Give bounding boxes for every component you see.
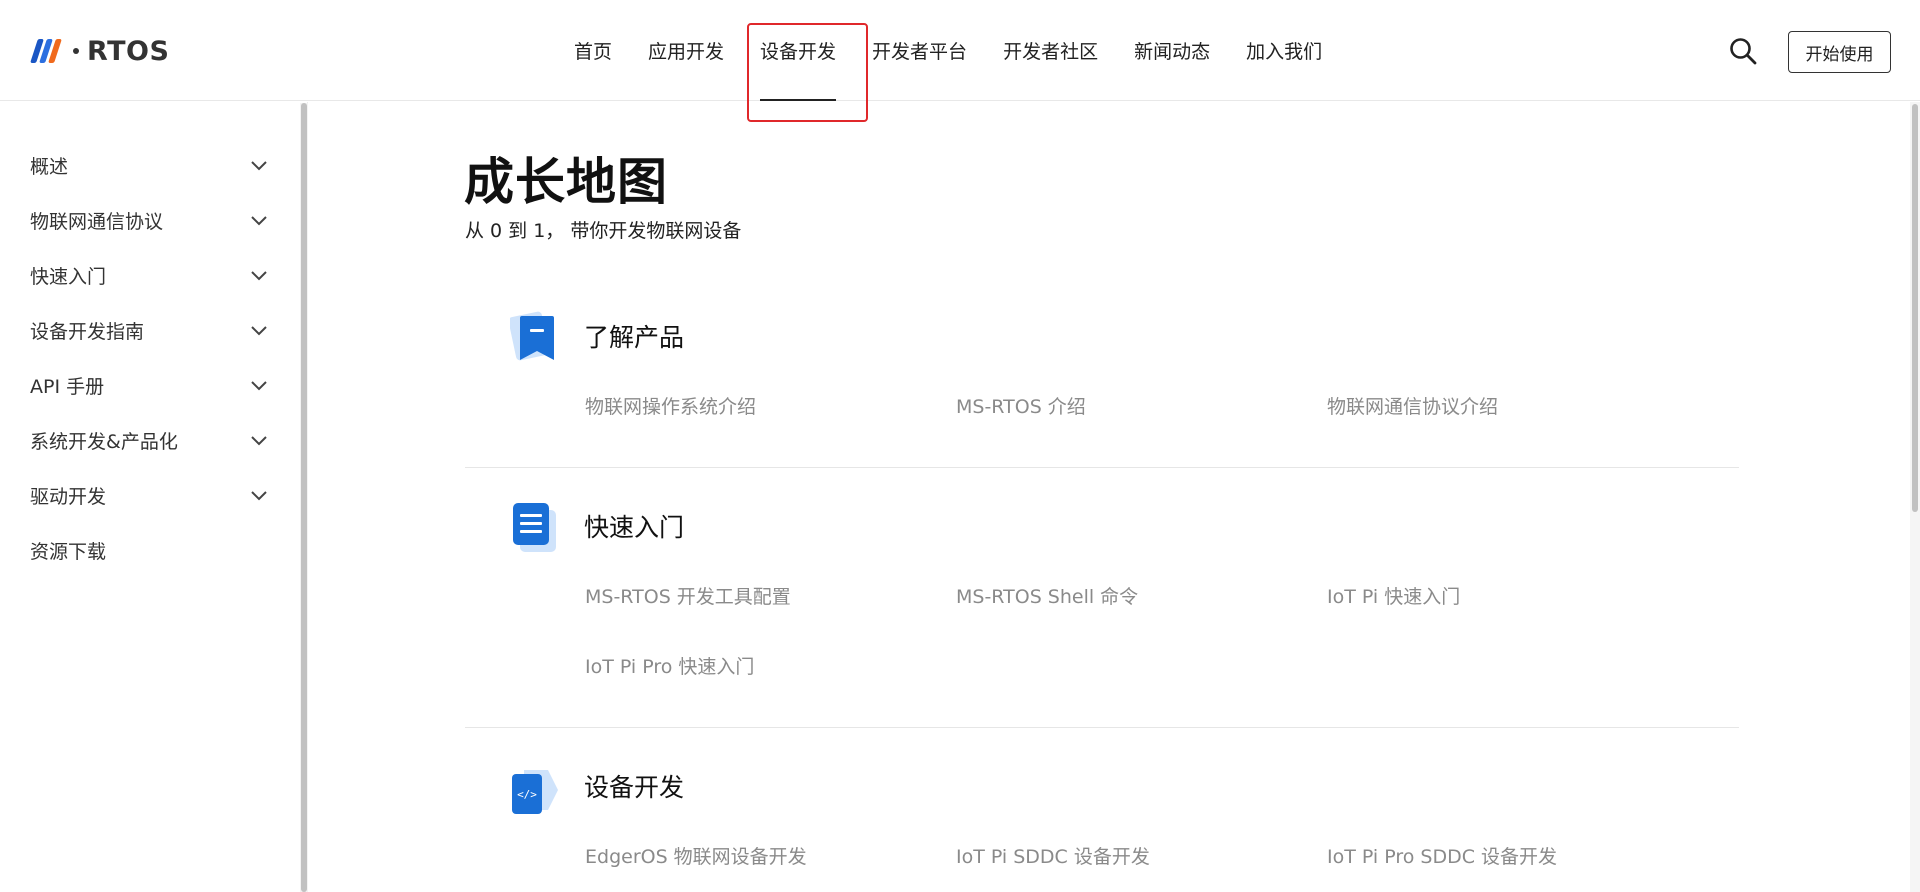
sidebar-item-quick-start[interactable]: 快速入门: [30, 255, 270, 295]
sidebar-item-device-guide[interactable]: 设备开发指南: [30, 310, 270, 350]
page-title: 成长地图: [464, 153, 668, 211]
section-title-device-dev: 设备开发: [584, 773, 685, 802]
start-button[interactable]: 开始使用: [1788, 31, 1891, 73]
sidebar-item-label: API 手册: [30, 375, 105, 398]
main-scrollbar-thumb[interactable]: [1912, 104, 1918, 512]
sidebar-item-api-manual[interactable]: API 手册: [30, 365, 270, 405]
chevron-down-icon: [251, 381, 267, 391]
main-nav: 首页 应用开发 设备开发 开发者平台 开发者社区 新闻动态 加入我们: [556, 0, 1340, 101]
search-icon[interactable]: [1728, 36, 1758, 66]
sidebar-item-iot-protocol[interactable]: 物联网通信协议: [30, 200, 270, 240]
sidebar: 概述 物联网通信协议 快速入门 设备开发指南 API 手册 系统开发&产品化 驱…: [0, 102, 308, 892]
main-scrollbar[interactable]: [1910, 102, 1920, 892]
document-icon: [513, 503, 556, 552]
sidebar-item-label: 系统开发&产品化: [30, 430, 178, 453]
link-iot-pi-sddc-dev[interactable]: IoT Pi SDDC 设备开发: [956, 842, 1150, 869]
nav-item-dev-community[interactable]: 开发者社区: [985, 0, 1116, 101]
chevron-down-icon: [251, 271, 267, 281]
link-edgeros-device-dev[interactable]: EdgerOS 物联网设备开发: [585, 842, 807, 869]
section-title-understand-product: 了解产品: [584, 323, 685, 352]
site-logo[interactable]: RTOS: [30, 34, 170, 68]
section-divider: [465, 727, 1739, 728]
sidebar-item-downloads[interactable]: 资源下载: [30, 530, 270, 570]
logo-text: RTOS: [87, 35, 170, 67]
nav-item-news[interactable]: 新闻动态: [1116, 0, 1228, 101]
nav-item-join-us[interactable]: 加入我们: [1228, 0, 1340, 101]
link-iot-os-intro[interactable]: 物联网操作系统介绍: [585, 392, 756, 419]
link-iot-protocol-intro[interactable]: 物联网通信协议介绍: [1327, 392, 1498, 419]
sidebar-item-label: 快速入门: [30, 265, 107, 288]
link-ms-rtos-tool-config[interactable]: MS-RTOS 开发工具配置: [585, 582, 791, 609]
link-iot-pi-quick-start[interactable]: IoT Pi 快速入门: [1327, 582, 1460, 609]
nav-item-dev-platform[interactable]: 开发者平台: [854, 0, 985, 101]
sidebar-item-label: 物联网通信协议: [30, 210, 164, 233]
sidebar-item-label: 资源下载: [30, 540, 107, 563]
section-divider: [465, 467, 1739, 468]
logo-mark-icon: [30, 39, 62, 63]
page-subtitle: 从 0 到 1， 带你开发物联网设备: [465, 220, 742, 242]
nav-item-app-dev[interactable]: 应用开发: [630, 0, 742, 101]
chevron-down-icon: [251, 491, 267, 501]
nav-item-home[interactable]: 首页: [556, 0, 630, 101]
chevron-down-icon: [251, 161, 267, 171]
sidebar-item-driver-dev[interactable]: 驱动开发: [30, 475, 270, 515]
sidebar-scrollbar[interactable]: [300, 103, 308, 892]
bookmark-icon: [510, 311, 554, 361]
chevron-down-icon: [251, 216, 267, 226]
sidebar-item-label: 设备开发指南: [30, 320, 145, 343]
link-iot-pi-pro-quick-start[interactable]: IoT Pi Pro 快速入门: [585, 652, 754, 679]
chevron-down-icon: [251, 326, 267, 336]
chevron-down-icon: [251, 436, 267, 446]
logo-dot: [73, 48, 79, 54]
sidebar-item-overview[interactable]: 概述: [30, 145, 270, 185]
sidebar-item-label: 概述: [30, 155, 69, 178]
section-title-quick-start: 快速入门: [584, 513, 685, 542]
link-iot-pi-pro-sddc-dev[interactable]: IoT Pi Pro SDDC 设备开发: [1327, 842, 1557, 869]
sidebar-item-label: 驱动开发: [30, 485, 107, 508]
code-icon: </>: [512, 770, 558, 814]
sidebar-item-system-dev[interactable]: 系统开发&产品化: [30, 420, 270, 460]
svg-text:</>: </>: [517, 788, 537, 801]
sidebar-scrollbar-thumb[interactable]: [301, 103, 307, 892]
top-header: RTOS 首页 应用开发 设备开发 开发者平台 开发者社区 新闻动态 加入我们 …: [0, 0, 1920, 101]
link-ms-rtos-shell[interactable]: MS-RTOS Shell 命令: [956, 582, 1138, 609]
link-ms-rtos-intro[interactable]: MS-RTOS 介绍: [956, 392, 1086, 419]
nav-item-device-dev[interactable]: 设备开发: [742, 0, 854, 101]
